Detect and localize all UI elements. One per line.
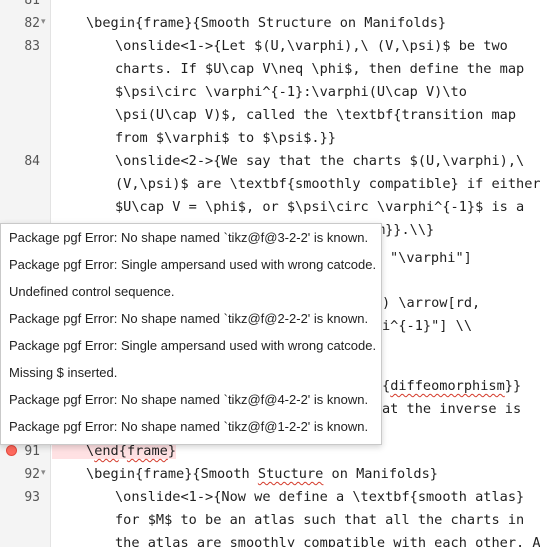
code-line-83[interactable]: 83 \onslide<1->{Let $(U,\varphi),\ (V,\p…: [0, 35, 540, 58]
code-text: \onslide<1->{Now we define a \textbf{smo…: [115, 489, 525, 505]
code-text: (V,\psi)$ are \textbf{smoothly compatibl…: [115, 176, 540, 192]
code-text: \onslide<2->{We say that the charts $(U,…: [115, 153, 525, 169]
code-line-83-wrap[interactable]: from $\varphi$ to $\psi$.}}: [0, 127, 540, 150]
code-text: \begin{frame}{Smooth Structure on Manifo…: [86, 15, 447, 31]
code-line-93-wrap[interactable]: for $M$ to be an atlas such that all the…: [0, 509, 540, 532]
error-message[interactable]: Undefined control sequence.: [1, 278, 381, 305]
line-number: 84: [24, 154, 40, 169]
error-message[interactable]: Missing $ inserted.: [1, 359, 381, 386]
code-editor[interactable]: 81 82 ▾ \begin{frame}{Smooth Structure o…: [0, 0, 540, 547]
code-line-81[interactable]: 81: [0, 0, 540, 12]
code-line-93[interactable]: 93 \onslide<1->{Now we define a \textbf{…: [0, 486, 540, 509]
code-line-82[interactable]: 82 ▾ \begin{frame}{Smooth Structure on M…: [0, 12, 540, 35]
code-text: for $M$ to be an atlas such that all the…: [115, 512, 525, 528]
line-number: 81: [24, 0, 40, 8]
code-fragment: "\varphi"]: [390, 250, 472, 266]
line-number: 92: [24, 467, 40, 482]
code-text: \onslide<1->{Let $(U,\varphi),\ (V,\psi)…: [115, 38, 508, 54]
code-text: $\psi\circ \varphi^{-1}:\varphi(U\cap V)…: [115, 84, 467, 100]
error-message[interactable]: Package pgf Error: Single ampersand used…: [1, 251, 381, 278]
code-text: $U\cap V = \phi$, or $\psi\circ \varphi^…: [115, 199, 525, 215]
code-fragment: ) \arrow[rd,: [382, 295, 481, 311]
error-message[interactable]: Package pgf Error: No shape named `tikz@…: [1, 305, 381, 332]
code-fragment: {diffeomorphism}}: [382, 378, 522, 394]
code-fragment: at the inverse is: [382, 401, 522, 417]
code-line-93-wrap[interactable]: the atlas are smoothly compatible with e…: [0, 532, 540, 547]
line-number: 82: [24, 16, 40, 31]
error-message[interactable]: Package pgf Error: No shape named `tikz@…: [1, 224, 381, 251]
fold-toggle-icon[interactable]: ▾: [41, 17, 46, 27]
code-fragment: i^{-1}"] \\: [382, 318, 473, 334]
fold-toggle-icon[interactable]: ▾: [41, 468, 46, 478]
code-line-92[interactable]: 92 ▾ \begin{frame}{Smooth Stucture on Ma…: [0, 463, 540, 486]
line-number: 83: [24, 39, 40, 54]
code-line-83-wrap[interactable]: \psi(U\cap V)$, called the \textbf{trans…: [0, 104, 540, 127]
line-number: 91: [24, 444, 40, 459]
error-message[interactable]: Package pgf Error: Single ampersand used…: [1, 332, 381, 359]
error-tooltip-popup: Package pgf Error: No shape named `tikz@…: [0, 223, 382, 445]
error-message[interactable]: Package pgf Error: No shape named `tikz@…: [1, 413, 381, 440]
code-line-84-wrap[interactable]: (V,\psi)$ are \textbf{smoothly compatibl…: [0, 173, 540, 196]
code-text: \end{frame}: [52, 443, 177, 459]
line-number: 93: [24, 490, 40, 505]
code-line-84[interactable]: 84 \onslide<2->{We say that the charts $…: [0, 150, 540, 173]
code-text: the atlas are smoothly compatible with e…: [115, 535, 540, 547]
code-line-83-wrap[interactable]: charts. If $U\cap V\neq \phi$, then defi…: [0, 58, 540, 81]
code-text: \psi(U\cap V)$, called the \textbf{trans…: [115, 107, 517, 123]
code-text: \begin{frame}{Smooth Stucture on Manifol…: [86, 466, 438, 482]
error-message[interactable]: Package pgf Error: No shape named `tikz@…: [1, 386, 381, 413]
code-text: from $\varphi$ to $\psi$.}}: [115, 130, 336, 146]
code-line-84-wrap[interactable]: $U\cap V = \phi$, or $\psi\circ \varphi^…: [0, 196, 540, 219]
code-text: charts. If $U\cap V\neq \phi$, then defi…: [115, 61, 525, 77]
code-line-83-wrap[interactable]: $\psi\circ \varphi^{-1}:\varphi(U\cap V)…: [0, 81, 540, 104]
